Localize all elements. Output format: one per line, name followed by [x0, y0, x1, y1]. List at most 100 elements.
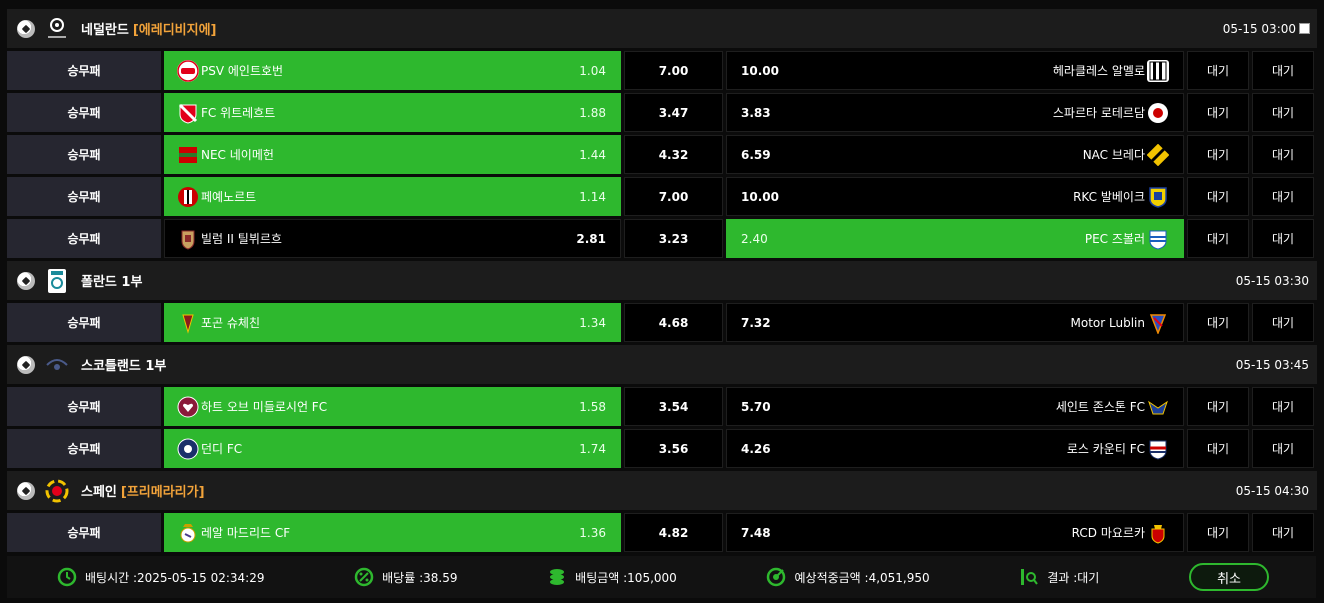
away-odd: 7.32	[741, 315, 771, 330]
wait-status: 대기	[1252, 513, 1314, 552]
league-time: 05-15 04:30	[1235, 483, 1309, 498]
home-odd: 2.81	[576, 231, 606, 246]
match-row: 승무패 빌럼 II 틸뷔르흐 2.81 3.23 2.40 PEC 즈볼러 대기…	[7, 219, 1317, 258]
wait-status: 대기	[1187, 93, 1249, 132]
away-team-name: 헤라클레스 알멜로	[1052, 64, 1145, 78]
away-odds-cell[interactable]: 7.32 Motor Lublin	[726, 303, 1184, 342]
bet-summary-bar: 배팅시간 :2025-05-15 02:34:29 배당률 :38.59 배팅금…	[7, 556, 1316, 598]
away-odds-cell[interactable]: 5.70 세인트 존스톤 FC	[726, 387, 1184, 426]
home-odds-cell[interactable]: 레알 마드리드 CF 1.36	[164, 513, 621, 552]
home-team-name: 빌럼 II 틸뷔르흐	[201, 232, 282, 246]
utrecht-logo-icon	[177, 102, 199, 124]
ross-county-logo-icon	[1147, 438, 1169, 460]
match-row: 승무패 페예노르트 1.14 7.00 10.00 RKC 발베이크 대기 대기	[7, 177, 1317, 216]
away-team-name: 스파르타 로테르담	[1052, 106, 1145, 120]
bet-type: 승무패	[7, 219, 161, 258]
bet-time: 배팅시간 :2025-05-15 02:34:29	[57, 567, 264, 587]
home-team-name: 하트 오브 미들로시언 FC	[201, 400, 328, 414]
draw-odds-cell[interactable]: 3.54	[624, 387, 723, 426]
league-checkbox[interactable]	[1299, 23, 1310, 34]
league-sub: [프리메라리가]	[120, 485, 205, 500]
wait-status: 대기	[1187, 177, 1249, 216]
pec-zwolle-logo-icon	[1147, 228, 1169, 250]
home-odds-cell[interactable]: PSV 에인트호번 1.04	[164, 51, 621, 90]
soccer-ball-icon	[17, 19, 35, 38]
match-row: 승무패 포곤 슈체친 1.34 4.68 7.32 Motor Lublin 대…	[7, 303, 1317, 342]
draw-odds-cell[interactable]: 3.47	[624, 93, 723, 132]
home-odd: 1.74	[579, 441, 606, 456]
target-icon	[766, 567, 786, 587]
away-odds-cell[interactable]: 10.00 RKC 발베이크	[726, 177, 1184, 216]
draw-odds-cell[interactable]: 7.00	[624, 177, 723, 216]
home-odds-cell[interactable]: FC 위트레흐트 1.88	[164, 93, 621, 132]
draw-odds-cell[interactable]: 4.32	[624, 135, 723, 174]
bet-result-text: 결과 :대기	[1047, 570, 1100, 585]
league-name: 스페인	[81, 485, 117, 500]
heracles-logo-icon	[1147, 59, 1169, 82]
away-team-name: PEC 즈볼러	[1084, 232, 1145, 246]
away-odd: 2.40	[741, 231, 768, 246]
match-row: 승무패 FC 위트레흐트 1.88 3.47 3.83 스파르타 로테르담 대기…	[7, 93, 1317, 132]
home-odds-cell[interactable]: 페예노르트 1.14	[164, 177, 621, 216]
match-row: 승무패 NEC 네이메헌 1.44 4.32 6.59 NAC 브레다 대기 대…	[7, 135, 1317, 174]
home-odd: 1.14	[579, 189, 606, 204]
away-odds-cell[interactable]: 3.83 스파르타 로테르담	[726, 93, 1184, 132]
percent-icon	[354, 567, 374, 587]
away-odd: 4.26	[741, 441, 771, 456]
league-name: 폴란드 1부	[81, 275, 143, 290]
wait-status: 대기	[1252, 51, 1314, 90]
home-team-name: NEC 네이메헌	[201, 148, 274, 162]
home-odd: 1.44	[579, 147, 606, 162]
bet-type: 승무패	[7, 513, 161, 552]
home-odds-cell[interactable]: 빌럼 II 틸뷔르흐 2.81	[164, 219, 621, 258]
league-time: 05-15 03:45	[1235, 357, 1309, 372]
away-odds-cell[interactable]: 7.48 RCD 마요르카	[726, 513, 1184, 552]
wait-status: 대기	[1252, 219, 1314, 258]
home-odds-cell[interactable]: NEC 네이메헌 1.44	[164, 135, 621, 174]
match-row: 승무패 PSV 에인트호번 1.04 7.00 10.00 헤라클레스 알멜로 …	[7, 51, 1317, 90]
bet-amount: 배팅금액 :105,000	[547, 567, 677, 587]
league-header: 네덜란드 [에레디비지에] 05-15 03:00	[7, 9, 1317, 48]
soccer-ball-icon	[17, 481, 35, 500]
draw-odds-cell[interactable]: 4.82	[624, 513, 723, 552]
away-team-name: 로스 카운티 FC	[1066, 442, 1145, 456]
bet-type: 승무패	[7, 387, 161, 426]
home-team-name: 던디 FC	[201, 442, 243, 456]
away-odd: 10.00	[741, 189, 779, 204]
away-odds-cell[interactable]: 2.40 PEC 즈볼러	[726, 219, 1184, 258]
draw-odds-cell[interactable]: 3.56	[624, 429, 723, 468]
home-odds-cell[interactable]: 던디 FC 1.74	[164, 429, 621, 468]
league-header: 폴란드 1부 05-15 03:30	[7, 261, 1317, 300]
draw-odds-cell[interactable]: 4.68	[624, 303, 723, 342]
league-name: 네덜란드	[81, 23, 129, 38]
home-odd: 1.04	[579, 63, 606, 78]
draw-odds-cell[interactable]: 7.00	[624, 51, 723, 90]
wait-status: 대기	[1187, 513, 1249, 552]
home-odds-cell[interactable]: 하트 오브 미들로시언 FC 1.58	[164, 387, 621, 426]
soccer-ball-icon	[17, 355, 35, 374]
away-odds-cell[interactable]: 6.59 NAC 브레다	[726, 135, 1184, 174]
wait-status: 대기	[1252, 177, 1314, 216]
wait-status: 대기	[1252, 429, 1314, 468]
away-team-name: 세인트 존스톤 FC	[1055, 400, 1145, 414]
away-team-name: Motor Lublin	[1070, 315, 1145, 330]
home-odd: 1.34	[579, 315, 606, 330]
home-odd: 1.36	[579, 525, 606, 540]
away-odds-cell[interactable]: 4.26 로스 카운티 FC	[726, 429, 1184, 468]
wait-status: 대기	[1187, 219, 1249, 258]
away-odd: 3.83	[741, 105, 771, 120]
pogon-logo-icon	[177, 312, 199, 334]
home-team-name: 페예노르트	[201, 190, 257, 204]
away-odds-cell[interactable]: 10.00 헤라클레스 알멜로	[726, 51, 1184, 90]
laliga-logo-icon	[45, 478, 69, 504]
bet-type: 승무패	[7, 303, 161, 342]
home-odds-cell[interactable]: 포곤 슈체친 1.34	[164, 303, 621, 342]
bet-time-text: 배팅시간 :2025-05-15 02:34:29	[85, 570, 265, 585]
cancel-button[interactable]: 취소	[1189, 563, 1270, 591]
draw-odds-cell[interactable]: 3.23	[624, 219, 723, 258]
match-row: 승무패 던디 FC 1.74 3.56 4.26 로스 카운티 FC 대기 대기	[7, 429, 1317, 468]
league-header: 스페인 [프리메라리가] 05-15 04:30	[7, 471, 1317, 510]
home-team-name: FC 위트레흐트	[201, 106, 276, 120]
home-odd: 1.58	[579, 399, 606, 414]
away-team-name: RCD 마요르카	[1071, 526, 1145, 540]
